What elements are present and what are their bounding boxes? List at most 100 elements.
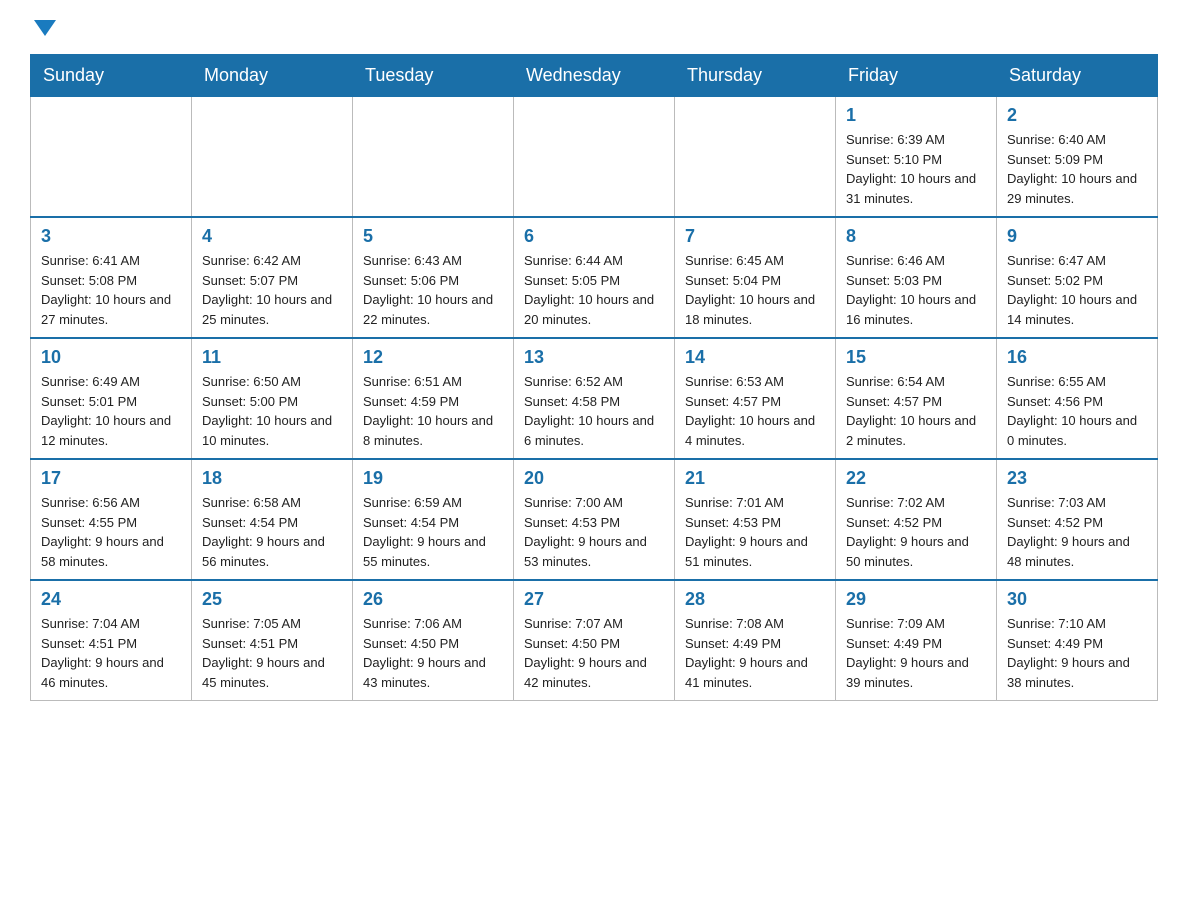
calendar-cell: 19 Sunrise: 6:59 AM Sunset: 4:54 PM Dayli… <box>353 459 514 580</box>
logo-triangle-icon <box>34 20 56 36</box>
weekday-header-row: SundayMondayTuesdayWednesdayThursdayFrid… <box>31 55 1158 97</box>
calendar-cell: 26 Sunrise: 7:06 AM Sunset: 4:50 PM Dayli… <box>353 580 514 701</box>
calendar-cell: 10 Sunrise: 6:49 AM Sunset: 5:01 PM Dayli… <box>31 338 192 459</box>
calendar-cell: 7 Sunrise: 6:45 AM Sunset: 5:04 PM Daylig… <box>675 217 836 338</box>
calendar-cell <box>514 97 675 218</box>
day-number: 11 <box>202 347 342 368</box>
day-number: 14 <box>685 347 825 368</box>
day-number: 3 <box>41 226 181 247</box>
day-info: Sunrise: 6:52 AM Sunset: 4:58 PM Dayligh… <box>524 372 664 450</box>
day-info: Sunrise: 7:02 AM Sunset: 4:52 PM Dayligh… <box>846 493 986 571</box>
calendar-cell: 3 Sunrise: 6:41 AM Sunset: 5:08 PM Daylig… <box>31 217 192 338</box>
day-info: Sunrise: 7:10 AM Sunset: 4:49 PM Dayligh… <box>1007 614 1147 692</box>
day-number: 4 <box>202 226 342 247</box>
day-number: 26 <box>363 589 503 610</box>
calendar-cell <box>675 97 836 218</box>
calendar-cell: 18 Sunrise: 6:58 AM Sunset: 4:54 PM Dayli… <box>192 459 353 580</box>
day-info: Sunrise: 7:09 AM Sunset: 4:49 PM Dayligh… <box>846 614 986 692</box>
calendar-cell: 13 Sunrise: 6:52 AM Sunset: 4:58 PM Dayli… <box>514 338 675 459</box>
day-number: 20 <box>524 468 664 489</box>
weekday-header-tuesday: Tuesday <box>353 55 514 97</box>
calendar-cell: 17 Sunrise: 6:56 AM Sunset: 4:55 PM Dayli… <box>31 459 192 580</box>
day-info: Sunrise: 7:03 AM Sunset: 4:52 PM Dayligh… <box>1007 493 1147 571</box>
weekday-header-wednesday: Wednesday <box>514 55 675 97</box>
day-number: 6 <box>524 226 664 247</box>
calendar-cell: 28 Sunrise: 7:08 AM Sunset: 4:49 PM Dayli… <box>675 580 836 701</box>
calendar-cell: 12 Sunrise: 6:51 AM Sunset: 4:59 PM Dayli… <box>353 338 514 459</box>
day-number: 12 <box>363 347 503 368</box>
weekday-header-friday: Friday <box>836 55 997 97</box>
calendar-cell <box>353 97 514 218</box>
calendar-cell: 30 Sunrise: 7:10 AM Sunset: 4:49 PM Dayli… <box>997 580 1158 701</box>
calendar-cell: 24 Sunrise: 7:04 AM Sunset: 4:51 PM Dayli… <box>31 580 192 701</box>
day-info: Sunrise: 6:44 AM Sunset: 5:05 PM Dayligh… <box>524 251 664 329</box>
day-info: Sunrise: 6:53 AM Sunset: 4:57 PM Dayligh… <box>685 372 825 450</box>
calendar-cell: 1 Sunrise: 6:39 AM Sunset: 5:10 PM Daylig… <box>836 97 997 218</box>
calendar-cell: 29 Sunrise: 7:09 AM Sunset: 4:49 PM Dayli… <box>836 580 997 701</box>
day-info: Sunrise: 6:54 AM Sunset: 4:57 PM Dayligh… <box>846 372 986 450</box>
page-header <box>30 20 1158 34</box>
calendar-cell: 5 Sunrise: 6:43 AM Sunset: 5:06 PM Daylig… <box>353 217 514 338</box>
calendar-week-row: 3 Sunrise: 6:41 AM Sunset: 5:08 PM Daylig… <box>31 217 1158 338</box>
day-number: 9 <box>1007 226 1147 247</box>
day-number: 27 <box>524 589 664 610</box>
day-info: Sunrise: 6:59 AM Sunset: 4:54 PM Dayligh… <box>363 493 503 571</box>
day-info: Sunrise: 6:49 AM Sunset: 5:01 PM Dayligh… <box>41 372 181 450</box>
day-number: 15 <box>846 347 986 368</box>
calendar-cell: 25Sunrise: 7:05 AM Sunset: 4:51 PM Dayli… <box>192 580 353 701</box>
day-info: Sunrise: 6:39 AM Sunset: 5:10 PM Dayligh… <box>846 130 986 208</box>
day-number: 16 <box>1007 347 1147 368</box>
day-number: 17 <box>41 468 181 489</box>
day-info: Sunrise: 6:58 AM Sunset: 4:54 PM Dayligh… <box>202 493 342 571</box>
calendar-week-row: 10 Sunrise: 6:49 AM Sunset: 5:01 PM Dayli… <box>31 338 1158 459</box>
day-number: 24 <box>41 589 181 610</box>
day-number: 29 <box>846 589 986 610</box>
day-info: Sunrise: 6:41 AM Sunset: 5:08 PM Dayligh… <box>41 251 181 329</box>
calendar-cell: 15 Sunrise: 6:54 AM Sunset: 4:57 PM Dayli… <box>836 338 997 459</box>
calendar-cell: 14 Sunrise: 6:53 AM Sunset: 4:57 PM Dayli… <box>675 338 836 459</box>
calendar-cell: 4 Sunrise: 6:42 AM Sunset: 5:07 PM Daylig… <box>192 217 353 338</box>
day-number: 19 <box>363 468 503 489</box>
day-info: Sunrise: 7:04 AM Sunset: 4:51 PM Dayligh… <box>41 614 181 692</box>
day-number: 13 <box>524 347 664 368</box>
day-info: Sunrise: 6:55 AM Sunset: 4:56 PM Dayligh… <box>1007 372 1147 450</box>
day-info: Sunrise: 6:40 AM Sunset: 5:09 PM Dayligh… <box>1007 130 1147 208</box>
day-number: 30 <box>1007 589 1147 610</box>
day-number: 28 <box>685 589 825 610</box>
day-info: Sunrise: 6:50 AM Sunset: 5:00 PM Dayligh… <box>202 372 342 450</box>
day-number: 5 <box>363 226 503 247</box>
calendar-cell <box>192 97 353 218</box>
calendar-cell: 11 Sunrise: 6:50 AM Sunset: 5:00 PM Dayli… <box>192 338 353 459</box>
day-info: Sunrise: 6:47 AM Sunset: 5:02 PM Dayligh… <box>1007 251 1147 329</box>
day-info: Sunrise: 6:51 AM Sunset: 4:59 PM Dayligh… <box>363 372 503 450</box>
calendar-cell: 16 Sunrise: 6:55 AM Sunset: 4:56 PM Dayli… <box>997 338 1158 459</box>
day-number: 23 <box>1007 468 1147 489</box>
day-info: Sunrise: 7:06 AM Sunset: 4:50 PM Dayligh… <box>363 614 503 692</box>
weekday-header-monday: Monday <box>192 55 353 97</box>
calendar-week-row: 1 Sunrise: 6:39 AM Sunset: 5:10 PM Daylig… <box>31 97 1158 218</box>
day-number: 7 <box>685 226 825 247</box>
calendar-cell: 2Sunrise: 6:40 AM Sunset: 5:09 PM Daylig… <box>997 97 1158 218</box>
calendar-cell: 20Sunrise: 7:00 AM Sunset: 4:53 PM Dayli… <box>514 459 675 580</box>
calendar-cell: 6 Sunrise: 6:44 AM Sunset: 5:05 PM Daylig… <box>514 217 675 338</box>
day-number: 8 <box>846 226 986 247</box>
calendar-cell <box>31 97 192 218</box>
logo <box>30 20 56 34</box>
day-number: 1 <box>846 105 986 126</box>
calendar-cell: 27Sunrise: 7:07 AM Sunset: 4:50 PM Dayli… <box>514 580 675 701</box>
day-info: Sunrise: 7:08 AM Sunset: 4:49 PM Dayligh… <box>685 614 825 692</box>
day-info: Sunrise: 7:05 AM Sunset: 4:51 PM Dayligh… <box>202 614 342 692</box>
day-info: Sunrise: 6:43 AM Sunset: 5:06 PM Dayligh… <box>363 251 503 329</box>
calendar-week-row: 24 Sunrise: 7:04 AM Sunset: 4:51 PM Dayli… <box>31 580 1158 701</box>
day-number: 18 <box>202 468 342 489</box>
day-info: Sunrise: 6:42 AM Sunset: 5:07 PM Dayligh… <box>202 251 342 329</box>
calendar-table: SundayMondayTuesdayWednesdayThursdayFrid… <box>30 54 1158 701</box>
calendar-cell: 22Sunrise: 7:02 AM Sunset: 4:52 PM Dayli… <box>836 459 997 580</box>
calendar-cell: 23 Sunrise: 7:03 AM Sunset: 4:52 PM Dayli… <box>997 459 1158 580</box>
day-info: Sunrise: 6:45 AM Sunset: 5:04 PM Dayligh… <box>685 251 825 329</box>
day-number: 10 <box>41 347 181 368</box>
day-info: Sunrise: 6:56 AM Sunset: 4:55 PM Dayligh… <box>41 493 181 571</box>
calendar-cell: 21Sunrise: 7:01 AM Sunset: 4:53 PM Dayli… <box>675 459 836 580</box>
day-info: Sunrise: 7:01 AM Sunset: 4:53 PM Dayligh… <box>685 493 825 571</box>
calendar-cell: 9 Sunrise: 6:47 AM Sunset: 5:02 PM Daylig… <box>997 217 1158 338</box>
